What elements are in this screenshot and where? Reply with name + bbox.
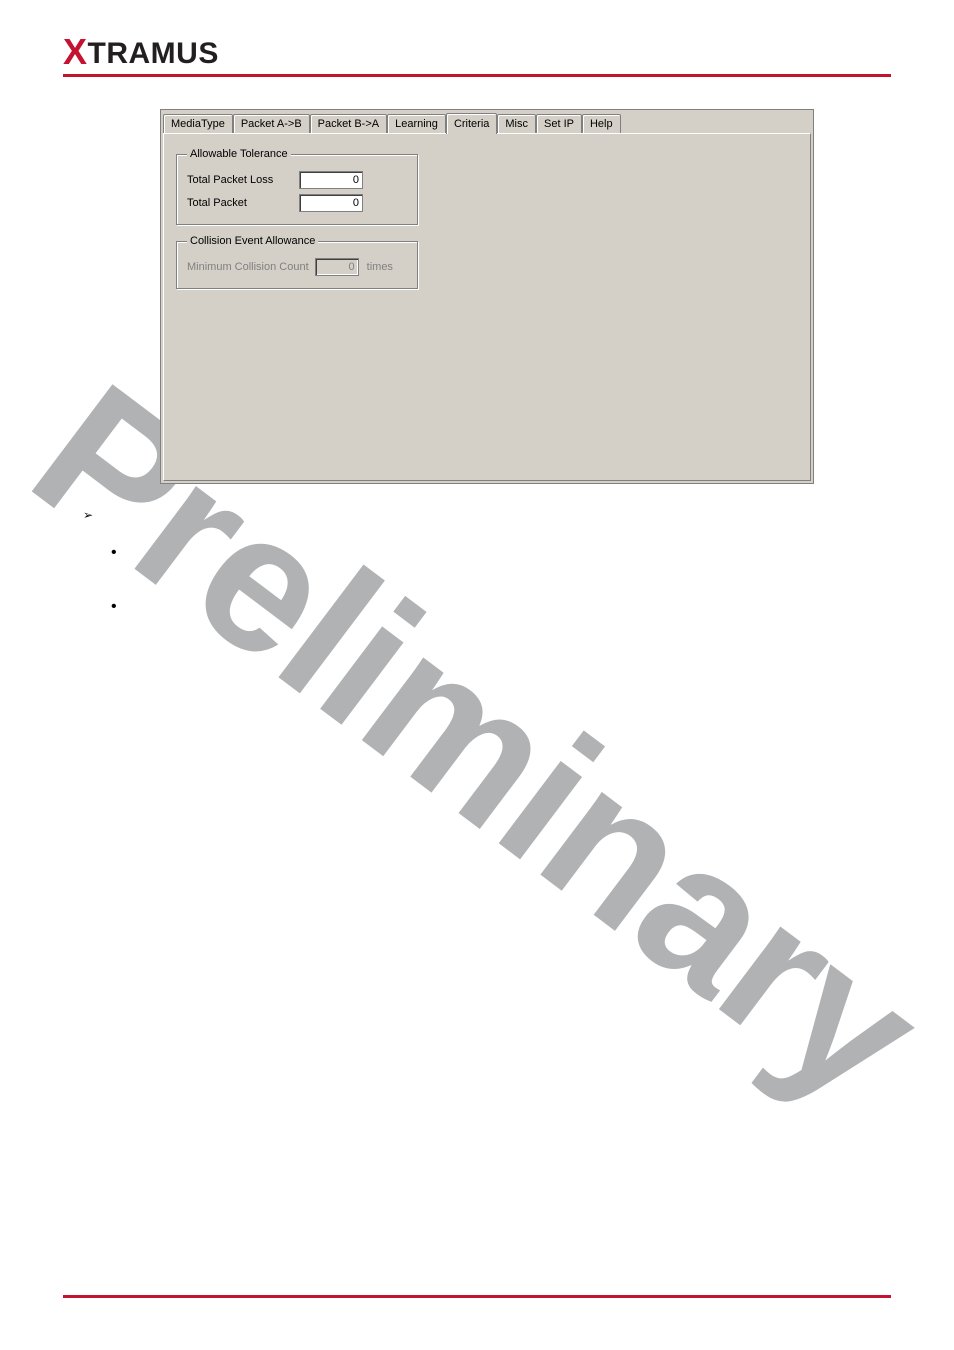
tab-packet-b-a[interactable]: Packet B->A [310, 114, 387, 133]
tab-set-ip[interactable]: Set IP [536, 114, 582, 133]
input-total-packet-loss[interactable] [299, 171, 363, 189]
row-total-packet: Total Packet [187, 194, 407, 212]
tab-criteria[interactable]: Criteria [446, 113, 497, 134]
group-allowable-tolerance-legend: Allowable Tolerance [187, 148, 291, 160]
tab-dialog: MediaType Packet A->B Packet B->A Learni… [160, 109, 814, 484]
row-min-collision: Minimum Collision Count times [187, 258, 407, 276]
group-collision-legend: Collision Event Allowance [187, 235, 318, 247]
label-total-packet: Total Packet [187, 197, 293, 209]
header-divider [63, 74, 891, 77]
brand-logo-x: X [63, 31, 88, 72]
tab-page-criteria: Allowable Tolerance Total Packet Loss To… [163, 133, 811, 481]
group-allowable-tolerance: Allowable Tolerance Total Packet Loss To… [176, 148, 418, 225]
tab-help[interactable]: Help [582, 114, 621, 133]
group-collision-event-allowance: Collision Event Allowance Minimum Collis… [176, 235, 418, 289]
tab-mediatype[interactable]: MediaType [163, 114, 233, 133]
dot-bullet-1-icon: • [111, 548, 117, 558]
dot-bullet-2-icon: • [111, 602, 117, 612]
tab-packet-a-b[interactable]: Packet A->B [233, 114, 310, 133]
label-unit-times: times [367, 261, 393, 273]
arrow-bullet-icon: ➢ [83, 508, 117, 522]
row-total-packet-loss: Total Packet Loss [187, 171, 407, 189]
input-total-packet[interactable] [299, 194, 363, 212]
tab-learning[interactable]: Learning [387, 114, 446, 133]
tab-misc[interactable]: Misc [497, 114, 536, 133]
label-total-packet-loss: Total Packet Loss [187, 174, 293, 186]
tabstrip: MediaType Packet A->B Packet B->A Learni… [161, 110, 813, 133]
brand-logo: XTRAMUS [63, 37, 219, 70]
footer-divider [63, 1295, 891, 1298]
label-min-collision-count: Minimum Collision Count [187, 261, 309, 273]
input-min-collision-count [315, 258, 359, 276]
body-bullets: ➢ • • [83, 508, 117, 656]
brand-logo-text: TRAMUS [88, 37, 219, 70]
header: XTRAMUS [0, 0, 954, 72]
